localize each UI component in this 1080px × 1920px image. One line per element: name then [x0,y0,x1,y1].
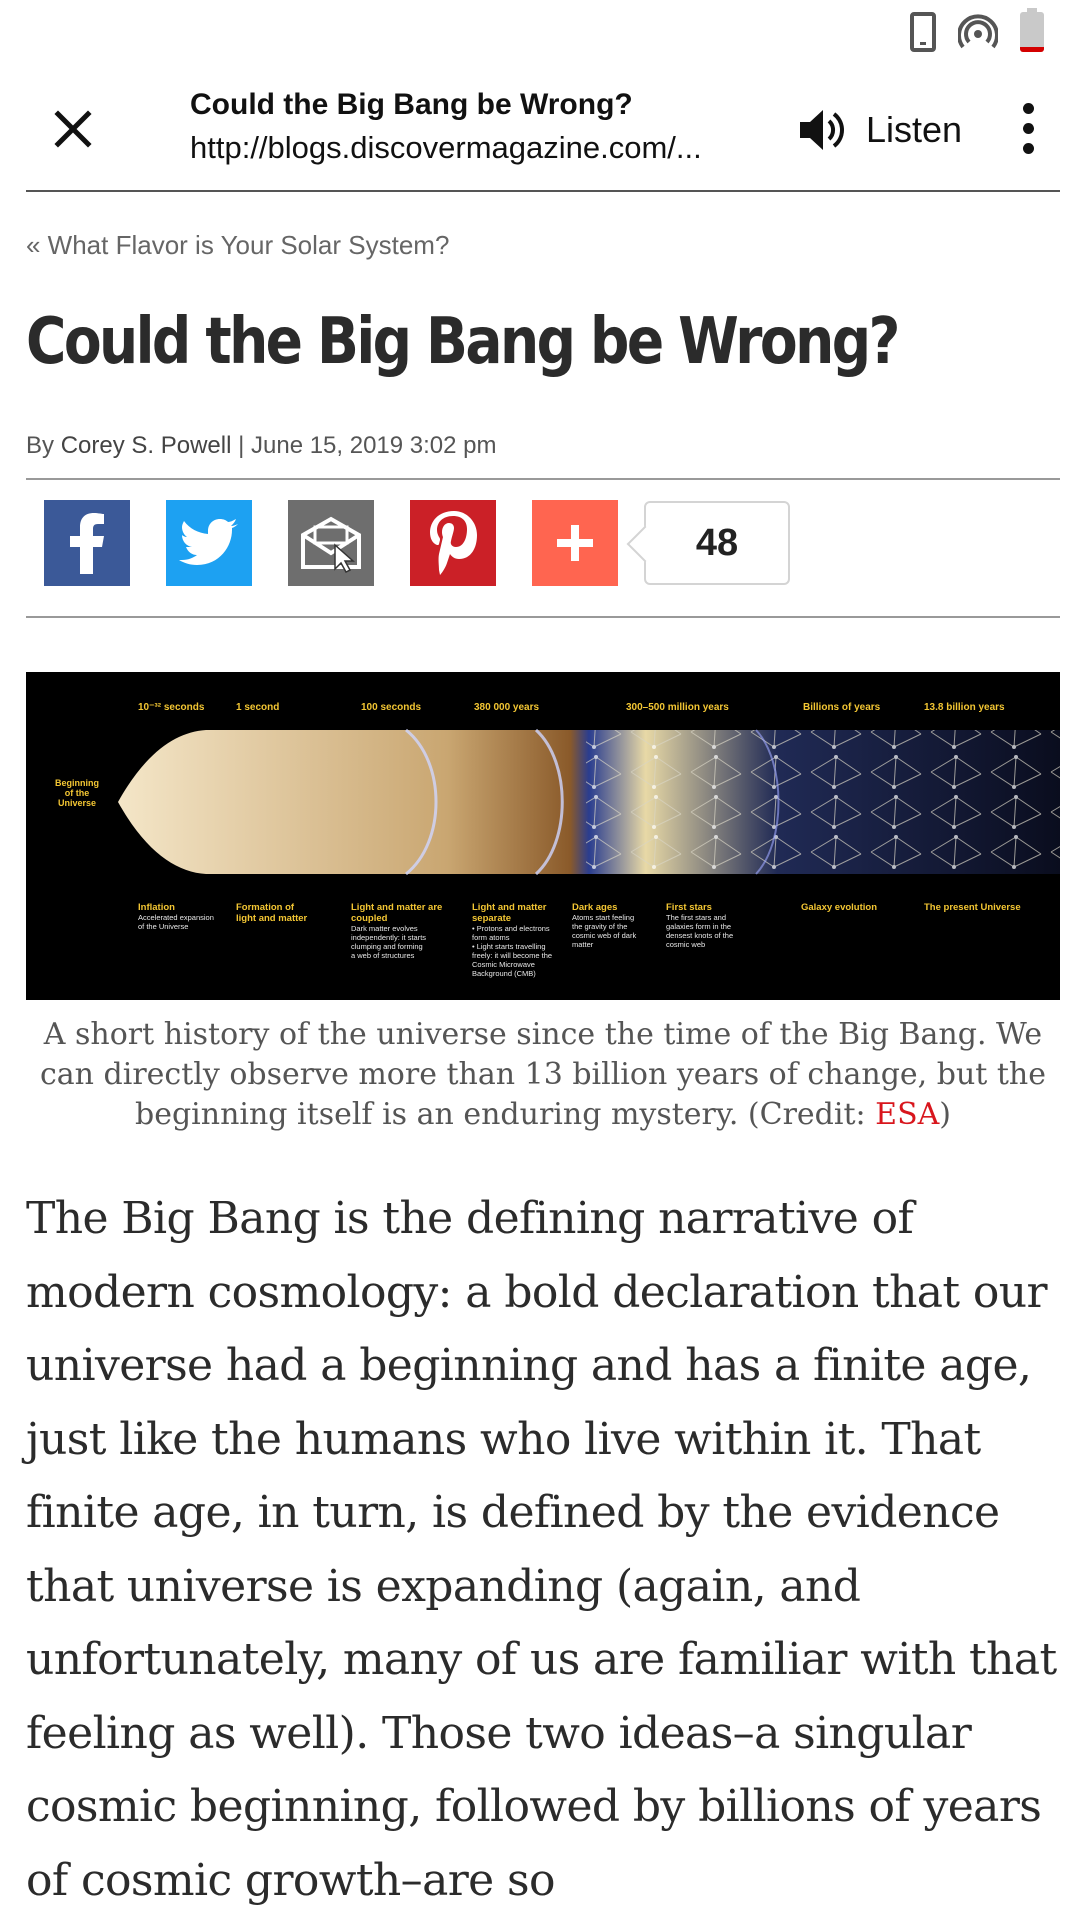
phone-icon [910,12,936,52]
stage-title: Light and matter separate [472,902,547,924]
status-bar [0,0,1080,62]
timeline-label: 100 seconds [361,702,422,713]
timeline-label: 10⁻³² seconds [138,702,205,713]
author-link[interactable]: Corey S. Powell [61,432,232,459]
toolbar-titles: Could the Big Bang be Wrong? http://blog… [190,88,770,166]
reader-toolbar: Could the Big Bang be Wrong? http://blog… [0,62,1080,190]
previous-article-link[interactable]: « What Flavor is Your Solar System? [26,230,449,261]
stage-title: Light and matter are coupled [351,902,443,924]
credit-link[interactable]: ESA [875,1097,939,1132]
image-caption: A short history of the universe since th… [26,1015,1060,1135]
stage-label: Dark ages Atoms start feeling the gravity… [572,902,657,949]
stage-description: Dark matter evolves independently: it st… [351,924,427,960]
stage-label: Inflation Accelerated expansion of the Un… [138,902,228,931]
email-share-button[interactable] [288,500,374,586]
facebook-icon [70,513,104,574]
pinterest-icon [430,511,477,575]
pinterest-share-button[interactable] [410,500,496,586]
stage-title: The present Universe [924,902,1021,913]
twitter-share-button[interactable] [166,500,252,586]
stage-label: First stars The first stars and galaxies … [666,902,756,949]
share-count: 48 [644,501,790,585]
stage-label: Light and matter are coupled Dark matter … [351,902,446,960]
byline-prefix: By [26,432,61,459]
stage-label: Formation of light and matter [236,902,316,924]
stage-title: First stars [666,902,712,913]
toolbar-divider [26,190,1060,192]
more-vert-icon[interactable] [1010,98,1046,162]
timeline-label: 1 second [236,702,280,713]
universe-history-image[interactable]: Beginning of the Universe 10⁻³² seconds … [26,672,1060,1000]
caption-close: ) [939,1097,952,1132]
stage-description: The first stars and galaxies form in the… [666,913,734,949]
twitter-icon [179,519,238,565]
timeline-label: 300–500 million years [626,702,729,713]
timeline-label: 13.8 billion years [924,702,1005,713]
speaker-icon [800,110,844,150]
article-headline: Could the Big Bang be Wrong? [26,305,900,379]
byline: By Corey S. Powell | June 15, 2019 3:02 … [26,432,497,460]
stage-description: Atoms start feeling the gravity of the c… [572,913,637,949]
stage-title: Dark ages [572,902,618,913]
stage-title: Galaxy evolution [801,902,878,913]
article-body-paragraph: The Big Bang is the defining narrative o… [26,1193,1057,1906]
timeline-label: Billions of years [803,702,881,713]
share-bar: 48 [44,500,790,586]
stage-description: Accelerated expansion of the Universe [138,913,214,931]
stage-title: Inflation [138,902,175,913]
stage-label: Light and matter separate • Protons and e… [472,902,567,978]
divider [26,616,1060,618]
toolbar-title: Could the Big Bang be Wrong? [190,88,633,121]
stage-description: • Protons and electrons form atoms • Lig… [472,924,553,978]
stage-label: Galaxy evolution [801,902,911,913]
divider [26,478,1060,480]
hotspot-icon [957,12,999,52]
publish-date: | June 15, 2019 3:02 pm [231,432,497,459]
facebook-share-button[interactable] [44,500,130,586]
timeline-label: 380 000 years [474,702,540,713]
email-icon [301,516,361,573]
listen-button[interactable]: Listen [796,100,962,160]
close-icon[interactable] [46,102,100,156]
more-share-button[interactable] [532,500,618,586]
stage-label: The present Universe [924,902,1054,913]
plus-icon [557,525,593,561]
battery-icon [1020,8,1044,52]
listen-label: Listen [866,109,963,150]
beginning-label: Beginning of the Universe [55,778,99,808]
stage-title: Formation of light and matter [236,902,308,924]
toolbar-url[interactable]: http://blogs.discovermagazine.com/... [190,130,770,166]
